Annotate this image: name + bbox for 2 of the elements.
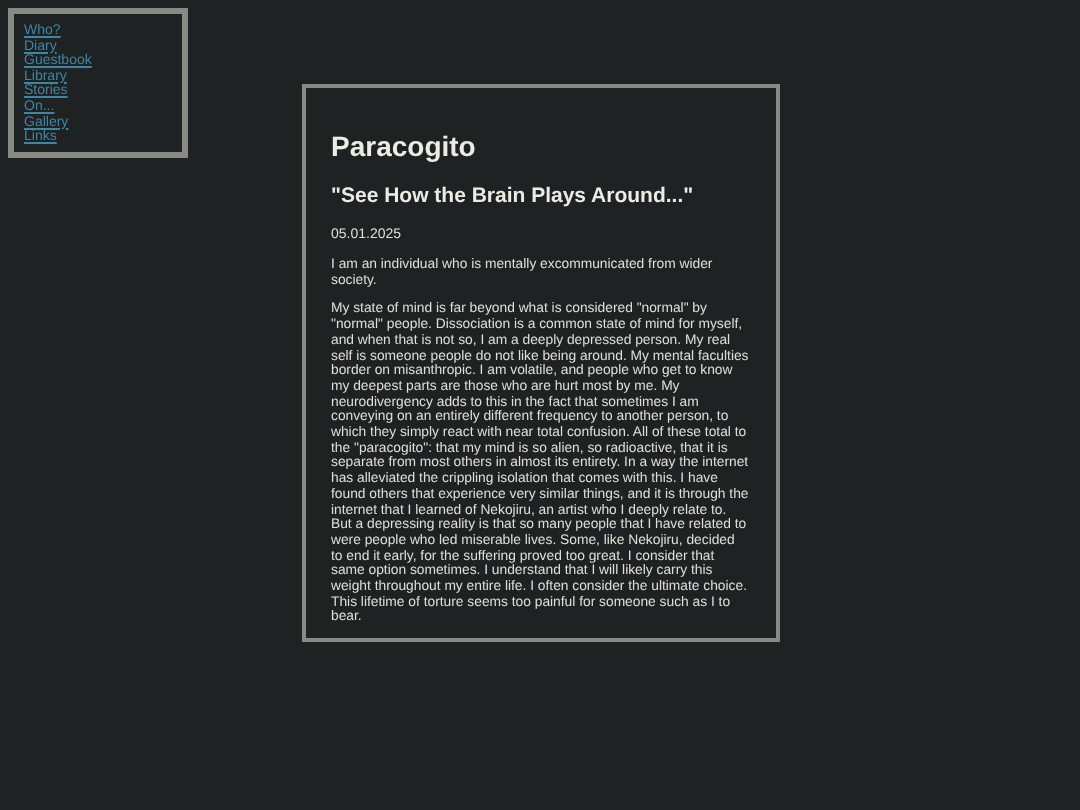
- page-title: Paracogito: [331, 130, 478, 162]
- post-subtitle: "See How the Brain Plays Around...": [331, 184, 696, 208]
